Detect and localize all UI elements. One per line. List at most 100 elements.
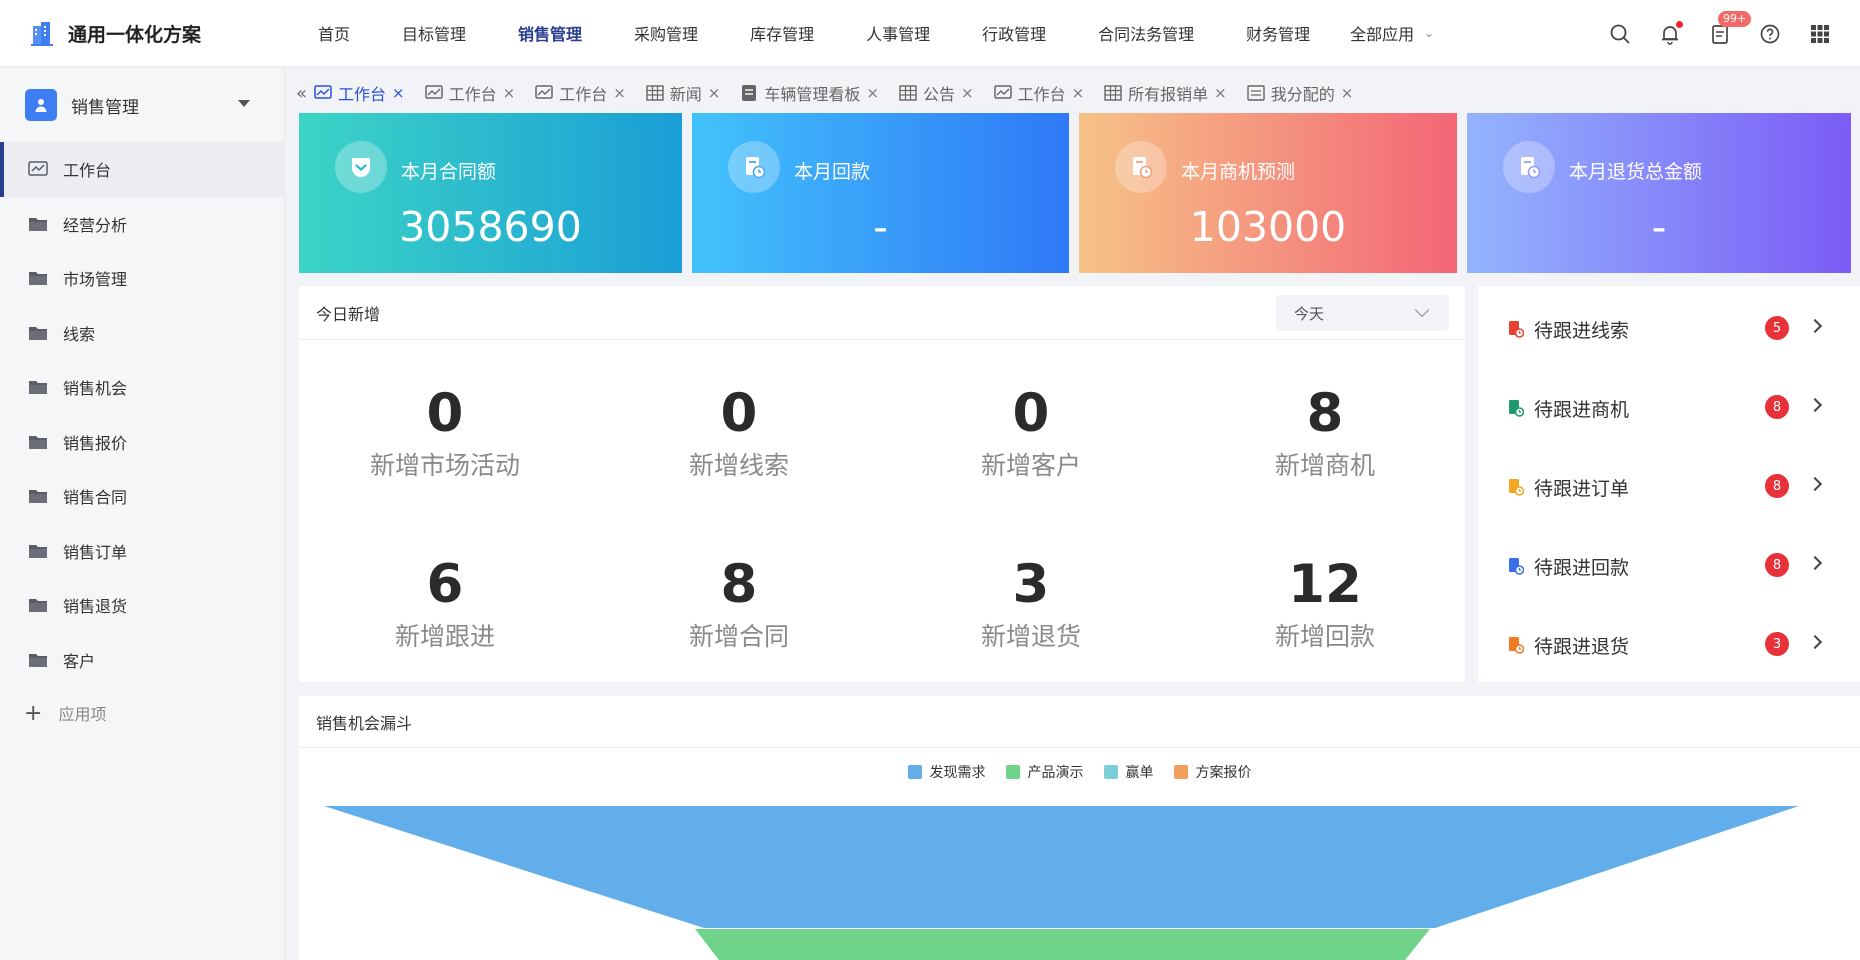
- nav-item-legal[interactable]: 合同法务管理: [1098, 21, 1194, 45]
- metric-new-market-activity[interactable]: 0 新增市场活动: [300, 384, 590, 482]
- metric-new-customers[interactable]: 0 新增客户: [886, 384, 1176, 482]
- tab[interactable]: 工作台 ×: [535, 81, 626, 105]
- legend-label: 赢单: [1125, 765, 1154, 781]
- sidebar-item-label: 线索: [63, 324, 96, 344]
- funnel-legend: 发现需求 产品演示 赢单 方案报价: [299, 762, 1860, 782]
- follow-up-item[interactable]: 待跟进回款 8: [1478, 545, 1860, 585]
- search-icon[interactable]: [1608, 22, 1632, 46]
- metric-new-opportunities[interactable]: 8 新增商机: [1180, 384, 1470, 482]
- close-icon[interactable]: ×: [708, 84, 721, 102]
- legend-item[interactable]: 产品演示: [1005, 762, 1084, 782]
- tab[interactable]: 公告 ×: [899, 81, 974, 105]
- add-app-item-button[interactable]: + 应用项: [0, 687, 284, 739]
- plus-icon: +: [24, 700, 43, 726]
- tab[interactable]: 我分配的 ×: [1247, 81, 1354, 105]
- app-grid-icon[interactable]: [1808, 22, 1832, 46]
- stat-card-payment[interactable]: 本月回款 -: [692, 113, 1069, 273]
- funnel-chart: [324, 806, 1799, 960]
- sidebar-item[interactable]: 销售机会: [0, 360, 284, 415]
- folder-icon: [28, 543, 48, 559]
- stat-card-return-amount[interactable]: 本月退货总金额 -: [1467, 113, 1851, 273]
- metric-label: 新增客户: [980, 451, 1081, 480]
- metric-new-payments[interactable]: 12 新增回款: [1180, 555, 1470, 653]
- app-title: 通用一体化方案: [68, 23, 202, 46]
- folder-icon: [28, 597, 48, 613]
- follow-up-count-badge: 5: [1765, 316, 1789, 340]
- legend-swatch: [1005, 765, 1020, 779]
- legend-item[interactable]: 发现需求: [907, 762, 986, 782]
- tab[interactable]: 工作台 ×: [314, 81, 405, 105]
- brand[interactable]: 通用一体化方案: [0, 20, 300, 47]
- tab-label: 新闻: [669, 85, 702, 104]
- sidebar-item[interactable]: 销售订单: [0, 524, 284, 579]
- follow-up-label: 待跟进回款: [1534, 557, 1630, 579]
- close-icon[interactable]: ×: [1214, 84, 1227, 102]
- tab[interactable]: 新闻 ×: [646, 81, 721, 105]
- tab[interactable]: 工作台 ×: [993, 81, 1085, 105]
- chevron-right-icon: [1807, 397, 1823, 413]
- help-icon[interactable]: [1758, 22, 1782, 46]
- todo-count-badge: 99+: [1718, 10, 1752, 27]
- nav-item-sales[interactable]: 销售管理: [518, 21, 582, 45]
- legend-item[interactable]: 赢单: [1103, 762, 1154, 782]
- nav-item-purchase[interactable]: 采购管理: [634, 21, 698, 45]
- close-icon[interactable]: ×: [613, 84, 626, 102]
- sidebar-item[interactable]: 工作台: [0, 142, 284, 197]
- nav-item-hr[interactable]: 人事管理: [866, 21, 930, 45]
- close-icon[interactable]: ×: [1072, 84, 1085, 102]
- close-icon[interactable]: ×: [392, 84, 405, 102]
- stat-label: 本月回款: [794, 161, 871, 183]
- follow-up-item[interactable]: 待跟进线索 5: [1478, 308, 1860, 348]
- tab-label: 车辆管理看板: [764, 85, 861, 104]
- tab[interactable]: 所有报销单 ×: [1104, 81, 1227, 105]
- funnel-stage-product-demo: [695, 929, 1430, 960]
- tab[interactable]: 车辆管理看板 ×: [740, 81, 879, 105]
- nav-item-finance[interactable]: 财务管理: [1246, 21, 1310, 45]
- sidebar-item[interactable]: 销售合同: [0, 469, 284, 524]
- sidebar-item-label: 销售退货: [63, 597, 128, 617]
- close-icon[interactable]: ×: [503, 84, 516, 102]
- nav-item-inventory[interactable]: 库存管理: [750, 21, 814, 45]
- legend-item[interactable]: 方案报价: [1173, 762, 1252, 782]
- close-icon[interactable]: ×: [961, 84, 974, 102]
- sidebar-item[interactable]: 销售报价: [0, 415, 284, 470]
- stat-card-opportunity-forecast[interactable]: 本月商机预测 103000: [1079, 113, 1457, 273]
- chart-icon: [535, 85, 553, 101]
- sidebar-item[interactable]: 市场管理: [0, 251, 284, 306]
- metric-new-leads[interactable]: 0 新增线索: [594, 384, 884, 482]
- module-selector[interactable]: 销售管理: [0, 68, 284, 142]
- follow-up-item[interactable]: 待跟进订单 8: [1478, 466, 1860, 506]
- follow-up-item[interactable]: 待跟进退货 3: [1478, 624, 1860, 664]
- sidebar: 销售管理 工作台经营分析市场管理线索销售机会 销售报价 销售合同 销售订单销售退货客户…: [0, 68, 285, 960]
- stat-card-contract-amount[interactable]: 本月合同额 3058690: [299, 113, 682, 273]
- todo-list-icon[interactable]: 99+: [1708, 10, 1752, 46]
- sidebar-item[interactable]: 线索: [0, 306, 284, 361]
- stat-value: -: [873, 203, 888, 251]
- collapse-tabs-icon[interactable]: «: [286, 83, 314, 104]
- today-new-panel: 今日新增 今天 0 新增市场活动 0 新增线索 0 新增客户 8 新增商机 6 …: [299, 286, 1465, 682]
- sidebar-item[interactable]: 客户: [0, 633, 284, 688]
- all-apps-dropdown[interactable]: 全部应用 ⌄: [1350, 21, 1434, 45]
- legend-label: 发现需求: [929, 765, 986, 781]
- tab-label: 工作台: [338, 85, 387, 104]
- nav-item-home[interactable]: 首页: [318, 21, 350, 45]
- nav-item-goals[interactable]: 目标管理: [402, 21, 466, 45]
- sidebar-item-label: 经营分析: [63, 215, 128, 235]
- module-title: 销售管理: [71, 97, 139, 118]
- sidebar-item-label: 市场管理: [63, 270, 128, 290]
- close-icon[interactable]: ×: [1341, 84, 1354, 102]
- document-clock-icon: [1508, 320, 1525, 338]
- sidebar-item[interactable]: 销售退货: [0, 578, 284, 633]
- metric-new-returns[interactable]: 3 新增退货: [886, 555, 1176, 653]
- period-select[interactable]: 今天: [1276, 295, 1449, 331]
- sidebar-item[interactable]: 经营分析: [0, 197, 284, 252]
- metric-new-followups[interactable]: 6 新增跟进: [300, 555, 590, 653]
- metric-new-contracts[interactable]: 8 新增合同: [594, 555, 884, 653]
- follow-up-item[interactable]: 待跟进商机 8: [1478, 387, 1860, 427]
- bell-icon[interactable]: [1658, 19, 1684, 46]
- document-clock-icon: [1503, 141, 1555, 193]
- nav-item-admin[interactable]: 行政管理: [982, 21, 1046, 45]
- tab[interactable]: 工作台 ×: [424, 81, 516, 105]
- chevron-down-icon: ⌄: [1424, 26, 1435, 40]
- close-icon[interactable]: ×: [866, 84, 879, 102]
